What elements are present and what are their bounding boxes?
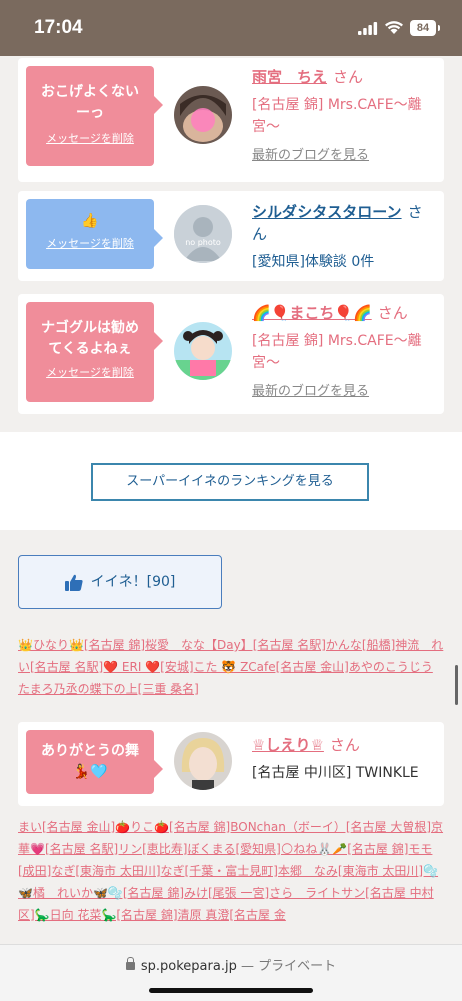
user-info: シルダシタスタローン さん [愛知県]体験談 0件 xyxy=(252,201,434,273)
thumbs-up-icon xyxy=(64,574,83,591)
status-bar: 17:04 84 xyxy=(0,0,462,56)
avatar[interactable] xyxy=(174,732,232,790)
message-bubble: ナゴグルは勧めてくるよねぇ メッセージを削除 xyxy=(26,302,163,402)
message-card: ありがとうの舞💃🩵 ♕しえり♕ さん [名古屋 中川区] TWINKLE xyxy=(18,722,444,806)
url-display[interactable]: sp.pokepara.jp — プライベート xyxy=(0,955,462,974)
delete-message-link[interactable]: メッセージを削除 xyxy=(26,130,154,146)
message-card: おこげよくないーっ メッセージを削除 雨宮 ちえ さん [名古屋 錦] Mrs.C… xyxy=(18,58,444,182)
message-card: 👍 メッセージを削除 no photo シルダシタスタローン さん [愛知県]体験… xyxy=(18,191,444,281)
message-text: 👍 xyxy=(81,213,99,229)
lock-icon xyxy=(125,956,135,970)
url-domain: sp.pokepara.jp xyxy=(140,959,237,974)
message-text: おこげよくないーっ xyxy=(41,84,139,121)
no-photo-label: no photo xyxy=(185,238,221,247)
shop-info[interactable]: [名古屋 中川区] TWINKLE xyxy=(252,762,434,784)
user-links[interactable]: 👑ひなり👑[名古屋 錦]桜愛 なな【Day】[名古屋 名駅]かんな[船橋]神流 … xyxy=(18,638,443,696)
user-info: 🌈🎈まこち🎈🌈 さん [名古屋 錦] Mrs.CAFE〜離宮〜 最新のブログを見る xyxy=(252,302,434,399)
cellular-signal-icon xyxy=(358,22,378,35)
blog-link[interactable]: 最新のブログを見る xyxy=(252,144,434,163)
user-name-link[interactable]: ♕しえり♕ xyxy=(252,736,324,754)
shop-link[interactable]: [名古屋 錦] Mrs.CAFE〜離宮〜 xyxy=(252,94,434,138)
iine-button-label: イイネ！[90] xyxy=(90,574,176,590)
no-photo-icon xyxy=(174,205,232,263)
browser-url-bar[interactable]: sp.pokepara.jp — プライベート xyxy=(0,944,462,1001)
iine-button[interactable]: イイネ！[90] xyxy=(18,555,222,609)
message-text: ナゴグルは勧めてくるよねぇ xyxy=(41,320,139,357)
honorific: さん xyxy=(333,68,364,86)
user-name-link[interactable]: 雨宮 ちえ xyxy=(252,68,327,86)
delete-message-link[interactable]: メッセージを削除 xyxy=(26,235,154,251)
user-links[interactable]: まい[名古屋 金山]🍅りこ🍅[名古屋 錦]BONchan（ボーイ）[名古屋 大曽… xyxy=(18,820,443,922)
honorific: さん xyxy=(329,736,360,754)
scrollbar[interactable] xyxy=(455,665,458,705)
delete-message-link[interactable]: メッセージを削除 xyxy=(26,364,154,380)
message-bubble: 👍 メッセージを削除 xyxy=(26,199,163,269)
message-bubble: おこげよくないーっ メッセージを削除 xyxy=(26,66,163,166)
message-text: ありがとうの舞💃🩵 xyxy=(41,743,139,780)
avatar[interactable] xyxy=(174,86,232,144)
user-info: ♕しえり♕ さん [名古屋 中川区] TWINKLE xyxy=(252,734,434,784)
battery-icon: 84 xyxy=(410,20,440,36)
iine-user-list: 👑ひなり👑[名古屋 錦]桜愛 なな【Day】[名古屋 名駅]かんな[船橋]神流 … xyxy=(18,634,444,700)
shop-link[interactable]: [名古屋 錦] Mrs.CAFE〜離宮〜 xyxy=(252,330,434,374)
iine-user-list: まい[名古屋 金山]🍅りこ🍅[名古屋 錦]BONchan（ボーイ）[名古屋 大曽… xyxy=(18,816,444,942)
avatar[interactable] xyxy=(174,322,232,380)
user-name-link[interactable]: 🌈🎈まこち🎈🌈 xyxy=(252,304,372,322)
home-indicator[interactable] xyxy=(149,988,313,993)
message-card: ナゴグルは勧めてくるよねぇ メッセージを削除 🌈🎈まこち🎈🌈 さん [名古屋 錦]… xyxy=(18,294,444,414)
blog-link[interactable]: 最新のブログを見る xyxy=(252,380,434,399)
user-info: 雨宮 ちえ さん [名古屋 錦] Mrs.CAFE〜離宮〜 最新のブログを見る xyxy=(252,66,434,163)
wifi-icon xyxy=(385,21,403,34)
shop-info[interactable]: [愛知県]体験談 0件 xyxy=(252,251,434,273)
private-label: — プライベート xyxy=(240,959,337,974)
avatar[interactable]: no photo xyxy=(174,205,232,263)
honorific: さん xyxy=(377,304,408,322)
super-iine-ranking-button[interactable]: スーパーイイネのランキングを見る xyxy=(91,463,369,501)
message-bubble: ありがとうの舞💃🩵 xyxy=(26,730,163,794)
status-time: 17:04 xyxy=(34,17,83,38)
user-name-link[interactable]: シルダシタスタローン xyxy=(252,203,402,221)
ranking-section: スーパーイイネのランキングを見る xyxy=(0,432,462,530)
